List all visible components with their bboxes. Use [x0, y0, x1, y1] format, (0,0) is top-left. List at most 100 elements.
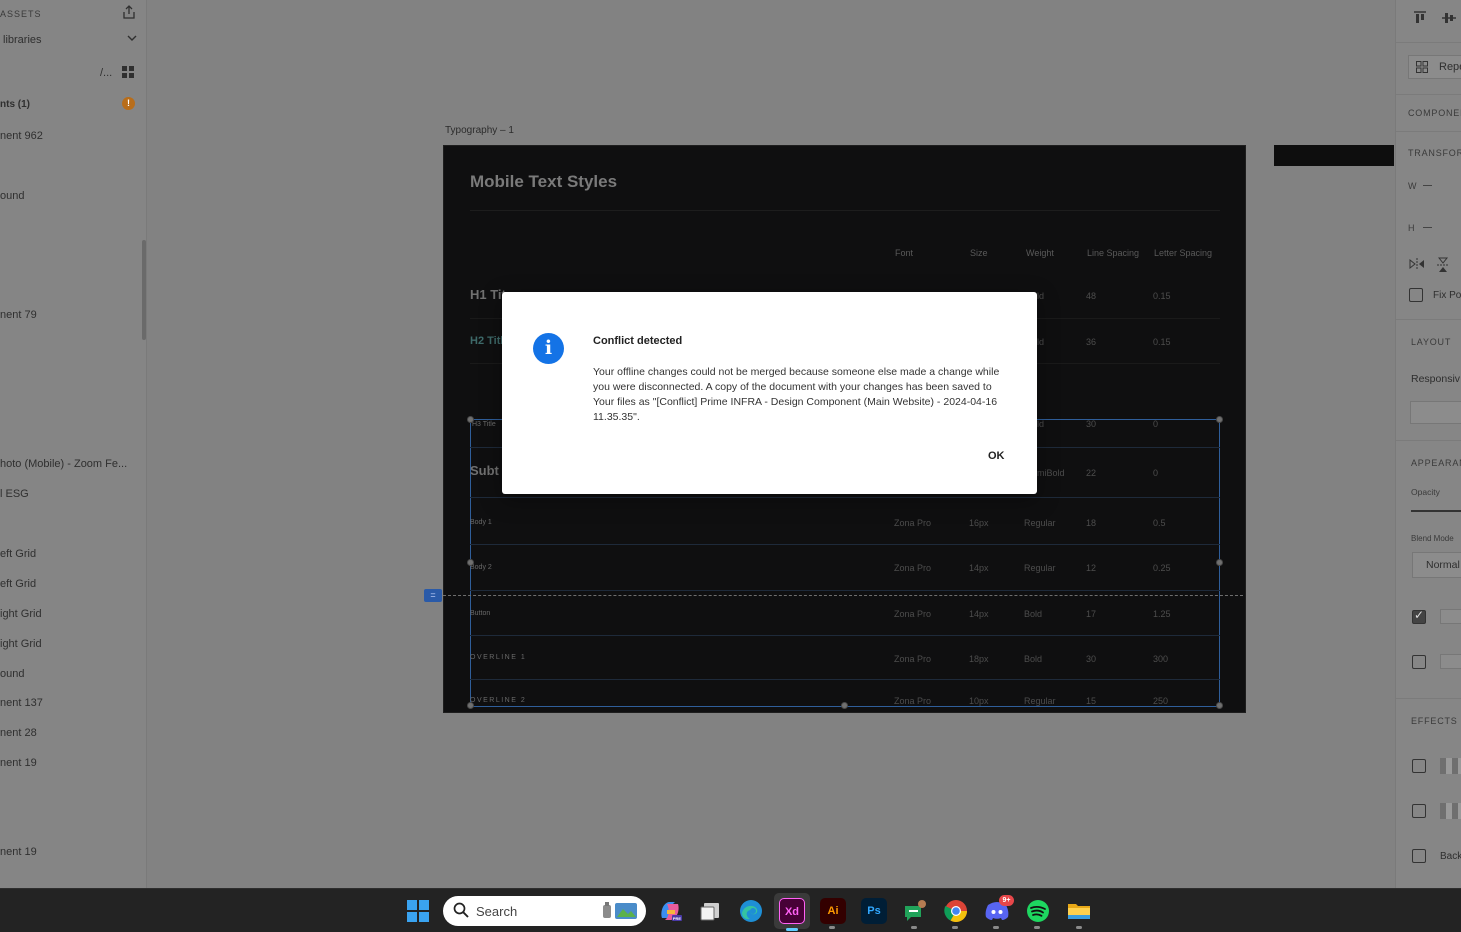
asset-item[interactable]: nent 19: [0, 757, 37, 769]
responsive-resize-control[interactable]: [1410, 401, 1461, 424]
cell-line: 12: [1086, 563, 1097, 573]
ok-button[interactable]: OK: [988, 450, 1005, 462]
running-indicator: [993, 926, 999, 929]
windows-start-button[interactable]: [407, 900, 429, 922]
text-style-sample[interactable]: H1 Tit: [470, 287, 506, 302]
active-indicator: [786, 928, 798, 931]
layout-header: LAYOUT: [1411, 337, 1452, 347]
asset-item[interactable]: ound: [0, 190, 24, 202]
asset-item[interactable]: nent 19: [0, 846, 37, 858]
flip-vertical-icon[interactable]: [1436, 257, 1450, 278]
chevron-down-icon[interactable]: [127, 32, 137, 46]
grid-view-icon[interactable]: [122, 66, 134, 81]
asset-item[interactable]: nent 79: [0, 309, 37, 321]
blur-swatch[interactable]: [1440, 803, 1461, 819]
row-divider: [470, 679, 1220, 680]
cell-line: 30: [1086, 654, 1097, 664]
asset-item[interactable]: ight Grid: [0, 638, 42, 650]
resize-handle[interactable]: [467, 559, 474, 566]
illustrator-icon[interactable]: Ai: [820, 898, 846, 924]
border-swatch[interactable]: [1440, 654, 1461, 669]
text-style-sample[interactable]: Body 1: [470, 519, 492, 526]
text-style-sample[interactable]: H2 Titl: [470, 335, 503, 347]
cell-font: Zona Pro: [894, 609, 932, 619]
path-indicator[interactable]: /...: [100, 67, 112, 79]
background-checkbox[interactable]: [1412, 849, 1426, 863]
text-style-sample[interactable]: OVERLINE 2: [470, 697, 526, 704]
column-header-letter-spacing: Letter Spacing: [1154, 248, 1213, 258]
spotify-icon[interactable]: [1025, 898, 1051, 924]
responsive-resize-label: Responsiv: [1411, 373, 1461, 385]
copilot-icon[interactable]: PRE: [657, 898, 683, 924]
scrollbar[interactable]: [142, 240, 146, 340]
info-icon: i: [533, 333, 564, 364]
guide-marker[interactable]: =: [424, 589, 442, 602]
asset-item[interactable]: nent 137: [0, 697, 43, 709]
asset-item[interactable]: nent 962: [0, 130, 43, 142]
fill-swatch[interactable]: [1440, 609, 1461, 624]
notification-badge: 9+: [999, 895, 1014, 906]
asset-item[interactable]: eft Grid: [0, 578, 36, 590]
resize-handle[interactable]: [1216, 702, 1223, 709]
offscreen-artboard[interactable]: [1274, 145, 1394, 166]
libraries-dropdown[interactable]: libraries: [3, 34, 42, 46]
asset-item[interactable]: nent 28: [0, 727, 37, 739]
taskbar-search[interactable]: Search: [443, 896, 646, 926]
cell-letter: 250: [1153, 696, 1169, 706]
text-style-sample[interactable]: H3 Title: [472, 421, 496, 428]
cell-weight: Regular: [1024, 563, 1056, 573]
warning-icon: !: [122, 97, 135, 110]
column-header-weight: Weight: [1026, 248, 1054, 258]
fill-checkbox[interactable]: [1412, 608, 1426, 624]
resize-handle[interactable]: [1216, 416, 1223, 423]
column-header-font: Font: [895, 248, 914, 258]
asset-item[interactable]: ound: [0, 668, 24, 680]
align-middle-icon[interactable]: [1441, 10, 1457, 31]
width-field[interactable]: [1423, 185, 1432, 186]
repeat-grid-label: Repe: [1439, 61, 1461, 73]
cell-font: Zona Pro: [894, 654, 932, 664]
components-group[interactable]: nts (1): [0, 99, 30, 110]
fix-position-checkbox[interactable]: [1409, 288, 1423, 302]
row-divider: [470, 497, 1220, 498]
background-blur-checkbox[interactable]: [1412, 804, 1426, 818]
chrome-icon[interactable]: [943, 898, 969, 924]
cell-letter: 0.25: [1153, 563, 1171, 573]
blend-mode-label: Blend Mode: [1411, 534, 1454, 543]
cell-font: Zona Pro: [894, 518, 932, 528]
text-style-sample[interactable]: Subt: [470, 463, 499, 478]
cell-weight: miBold: [1037, 468, 1065, 478]
edge-icon[interactable]: [738, 898, 764, 924]
text-style-sample[interactable]: OVERLINE 1: [470, 654, 526, 661]
asset-item[interactable]: eft Grid: [0, 548, 36, 560]
shadow-swatch[interactable]: [1440, 758, 1461, 774]
resize-handle[interactable]: [467, 416, 474, 423]
text-style-sample[interactable]: Body 2: [470, 564, 492, 571]
border-checkbox[interactable]: [1412, 655, 1426, 669]
flip-horizontal-icon[interactable]: [1409, 257, 1425, 276]
task-view-icon[interactable]: [698, 898, 724, 924]
asset-item[interactable]: ight Grid: [0, 608, 42, 620]
messaging-icon[interactable]: [902, 898, 928, 924]
file-explorer-icon[interactable]: [1066, 898, 1092, 924]
cell-size: 18px: [969, 654, 989, 664]
opacity-slider[interactable]: [1411, 510, 1461, 512]
height-field[interactable]: [1423, 227, 1432, 228]
artboard-label[interactable]: Typography – 1: [445, 125, 514, 136]
align-top-icon[interactable]: [1412, 10, 1428, 31]
opacity-label: Opacity: [1411, 487, 1440, 497]
share-icon[interactable]: [122, 5, 136, 22]
artboard-title: Mobile Text Styles: [470, 172, 618, 191]
resize-handle[interactable]: [467, 702, 474, 709]
cell-size: 14px: [969, 609, 989, 619]
asset-item[interactable]: l ESG: [0, 488, 29, 500]
resize-handle[interactable]: [1216, 559, 1223, 566]
asset-item[interactable]: hoto (Mobile) - Zoom Fe...: [0, 458, 127, 470]
fix-position-label: Fix Po: [1433, 290, 1461, 301]
cell-letter: 0.15: [1153, 291, 1171, 301]
resize-handle[interactable]: [841, 702, 848, 709]
adobe-xd-icon[interactable]: Xd: [779, 898, 805, 924]
drop-shadow-checkbox[interactable]: [1412, 759, 1426, 773]
text-style-sample[interactable]: Button: [470, 610, 490, 617]
photoshop-icon[interactable]: Ps: [861, 898, 887, 924]
